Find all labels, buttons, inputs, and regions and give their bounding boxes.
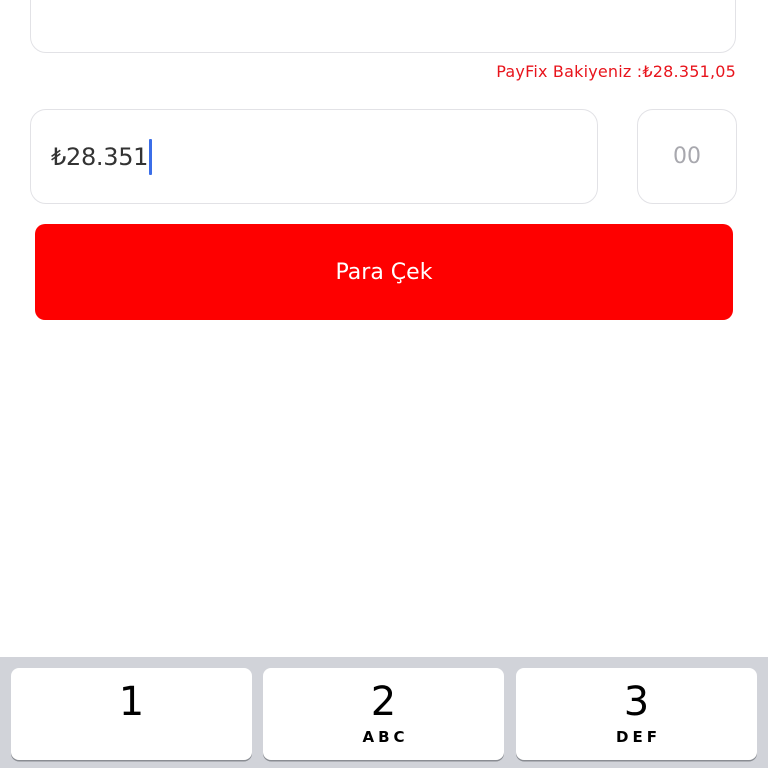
withdraw-button[interactable]: Para Çek	[35, 224, 733, 320]
cents-input[interactable]	[650, 143, 724, 170]
cents-field[interactable]	[637, 109, 737, 204]
key-letters: DEF	[616, 728, 661, 746]
key-letters: ABC	[362, 728, 409, 746]
balance-note: PayFix Bakiyeniz :₺28.351,05	[496, 62, 736, 81]
key-1[interactable]: 1	[11, 668, 252, 760]
key-digit: 1	[118, 679, 145, 725]
key-digit: 2	[370, 679, 397, 725]
key-3[interactable]: 3 DEF	[516, 668, 757, 760]
top-input-field[interactable]	[30, 0, 736, 53]
key-2[interactable]: 2 ABC	[263, 668, 504, 760]
amount-value: ₺28.351	[51, 142, 149, 171]
key-digit: 3	[623, 679, 650, 725]
numeric-keyboard: 1 2 ABC 3 DEF	[0, 657, 768, 768]
amount-input[interactable]: ₺28.351	[30, 109, 598, 204]
text-caret	[149, 138, 153, 175]
